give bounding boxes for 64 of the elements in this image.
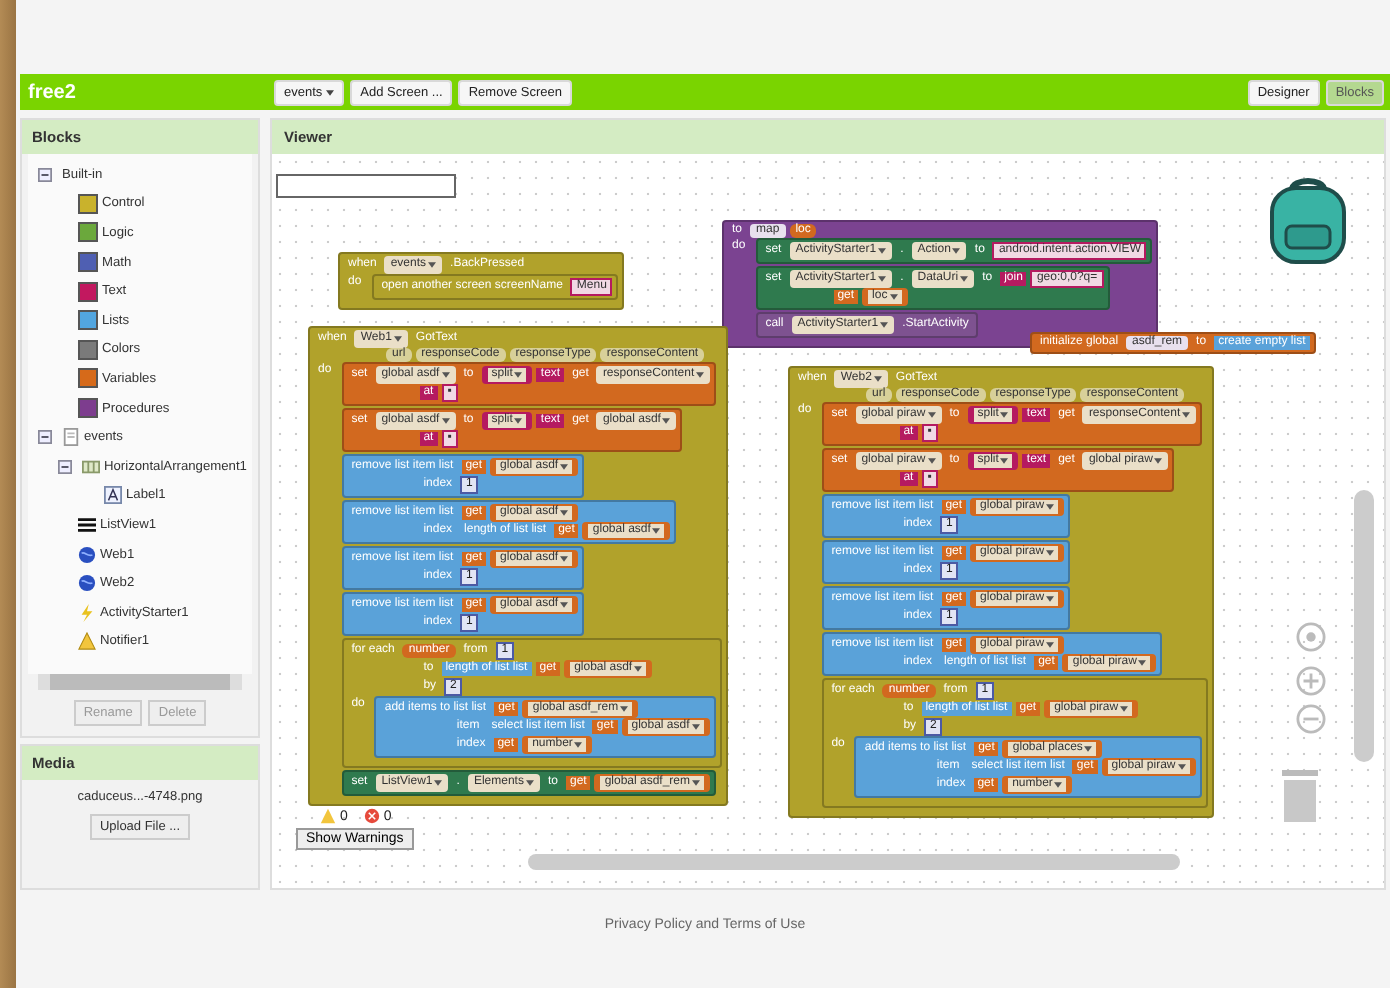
backpack-icon[interactable]: [1264, 174, 1352, 266]
caret-icon: [1046, 550, 1055, 556]
caret-icon: [1046, 504, 1055, 510]
caret-icon: [1046, 642, 1055, 648]
caret-icon: [560, 556, 569, 562]
horizontal-scrollbar[interactable]: [528, 854, 1180, 870]
warning-icon: [78, 632, 96, 651]
layout-icon: [82, 457, 100, 476]
caret-icon: [1054, 782, 1063, 788]
caret-icon: [927, 412, 936, 418]
input-field[interactable]: [276, 174, 456, 198]
caret-icon: [952, 248, 961, 254]
caret-icon: [1177, 764, 1186, 770]
project-title: free2: [28, 81, 78, 103]
caret-icon: [441, 372, 450, 378]
caret-icon: [691, 724, 700, 730]
caret-icon: [873, 376, 882, 382]
error-icon: [363, 808, 380, 824]
screen-icon: [62, 428, 80, 447]
text-label-icon: [104, 486, 122, 505]
caret-icon: [434, 780, 443, 786]
caret-icon: [878, 248, 887, 254]
collapse-toggle-icon[interactable]: [58, 459, 72, 474]
caret-icon: [1120, 706, 1129, 712]
caret-icon: [560, 510, 569, 516]
caret-icon: [927, 458, 936, 464]
caret-icon: [634, 666, 643, 672]
caret-icon: [441, 418, 450, 424]
blocks-workspace[interactable]: [272, 154, 1384, 888]
caret-icon: [960, 276, 969, 282]
caret-icon: [1138, 660, 1147, 666]
code-block[interactable]: [788, 366, 1214, 818]
caret-icon: [1182, 412, 1191, 418]
caret-icon: [692, 780, 701, 786]
caret-icon: [560, 602, 569, 608]
caret-icon: [525, 780, 534, 786]
caret-icon: [574, 742, 583, 748]
caret-icon: [1046, 596, 1055, 602]
list-icon: [78, 515, 96, 534]
caret-icon: [652, 528, 661, 534]
caret-icon: [1154, 458, 1163, 464]
caret-icon: [428, 262, 437, 268]
collapse-toggle-icon[interactable]: [38, 430, 52, 445]
caret-icon: [326, 89, 335, 95]
code-block[interactable]: [308, 326, 728, 806]
horizontal-scrollbar[interactable]: [38, 674, 242, 690]
caret-icon: [662, 418, 671, 424]
caret-icon: [514, 418, 523, 424]
caret-icon: [620, 706, 629, 712]
caret-icon: [878, 276, 887, 282]
globe-icon: [78, 545, 96, 564]
caret-icon: [880, 322, 889, 328]
collapse-toggle-icon[interactable]: [38, 167, 52, 182]
globe-icon: [78, 574, 96, 593]
lightning-icon: [78, 603, 96, 622]
caret-icon: [889, 294, 898, 300]
vertical-scrollbar[interactable]: [1354, 490, 1374, 762]
caret-icon: [560, 464, 569, 470]
caret-icon: [696, 372, 705, 378]
caret-icon: [514, 372, 523, 378]
caret-icon: [1000, 458, 1009, 464]
caret-icon: [1000, 412, 1009, 418]
caret-icon: [1084, 746, 1093, 752]
caret-icon: [393, 336, 402, 342]
